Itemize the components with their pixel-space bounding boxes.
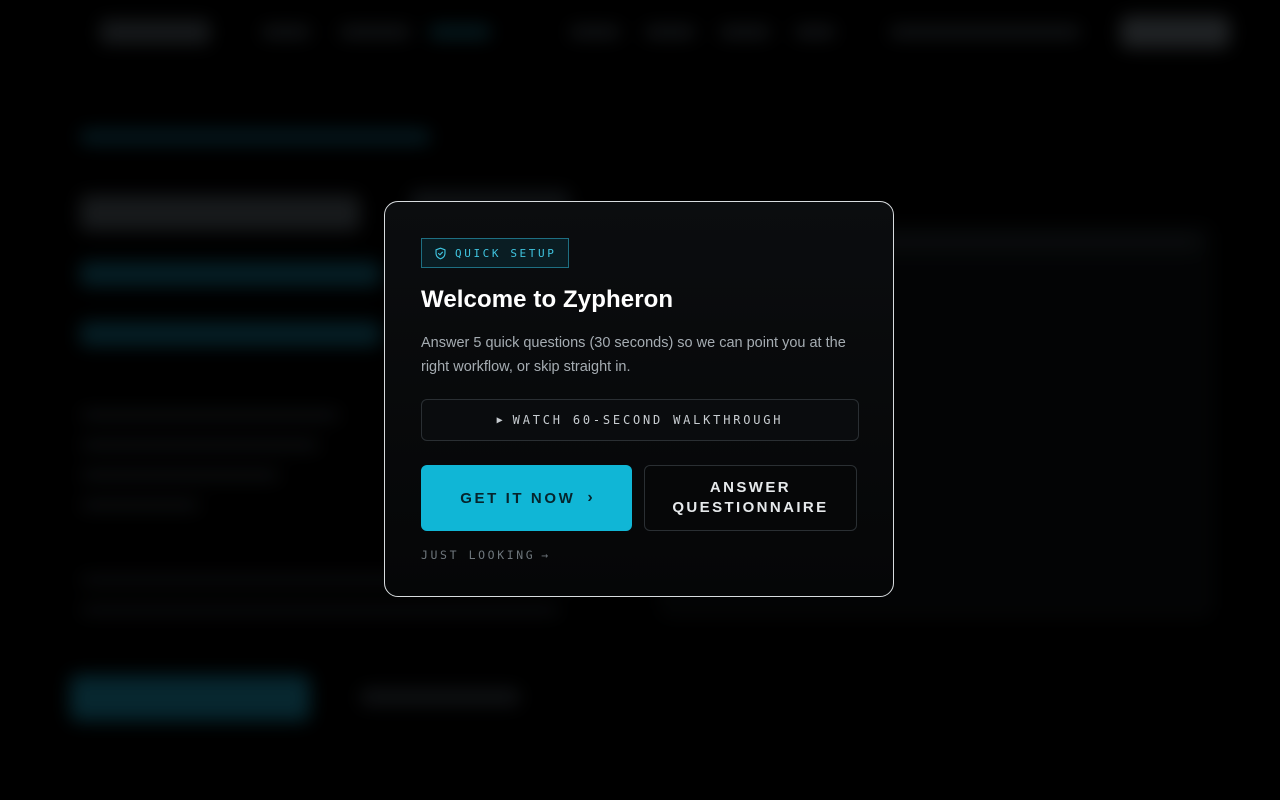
walkthrough-label: WATCH 60-SECOND WALKTHROUGH	[512, 413, 784, 427]
background-nav-link	[645, 26, 695, 38]
background-heading-accent	[80, 322, 380, 346]
background-heading	[80, 195, 360, 231]
answer-questionnaire-button[interactable]: ANSWER QUESTIONNAIRE	[643, 465, 857, 531]
just-looking-link[interactable]: JUST LOOKING →	[421, 548, 551, 562]
badge-label: QUICK SETUP	[455, 246, 557, 260]
arrow-right-icon: →	[541, 548, 551, 562]
background-heading-accent	[80, 262, 380, 286]
onboarding-modal: QUICK SETUP Welcome to Zypheron Answer 5…	[384, 201, 894, 597]
background-nav-link	[262, 26, 310, 38]
get-it-now-label: GET IT NOW	[460, 489, 576, 507]
answer-questionnaire-label: ANSWER QUESTIONNAIRE	[672, 479, 829, 516]
background-eyebrow	[80, 130, 430, 144]
modal-actions: GET IT NOW › ANSWER QUESTIONNAIRE	[421, 465, 857, 531]
background-nav-link	[890, 26, 1080, 38]
background-nav-cta	[1120, 16, 1230, 48]
background-nav-link	[720, 26, 770, 38]
quick-setup-badge: QUICK SETUP	[421, 238, 570, 268]
background-paragraph-line	[80, 410, 340, 420]
modal-title: Welcome to Zypheron	[421, 286, 674, 313]
shield-check-icon	[434, 247, 447, 260]
play-icon: ▶	[496, 414, 503, 426]
background-paragraph-line	[80, 440, 320, 450]
background-paragraph-line	[80, 500, 200, 510]
chevron-right-icon: ›	[587, 489, 593, 506]
background-nav-link	[795, 26, 835, 38]
background-logo	[100, 20, 210, 44]
get-it-now-button[interactable]: GET IT NOW ›	[421, 465, 632, 531]
walkthrough-button[interactable]: ▶ WATCH 60-SECOND WALKTHROUGH	[421, 399, 859, 441]
background-nav-link	[430, 26, 490, 38]
just-looking-label: JUST LOOKING	[421, 548, 536, 562]
background-secondary-link	[360, 688, 520, 706]
background-paragraph-line	[80, 605, 560, 615]
background-cta-button	[70, 675, 310, 721]
background-navbar	[0, 0, 1280, 64]
background-nav-link	[340, 26, 410, 38]
background-paragraph-line	[80, 470, 280, 480]
background-nav-link	[570, 26, 620, 38]
modal-description: Answer 5 quick questions (30 seconds) so…	[421, 335, 846, 375]
